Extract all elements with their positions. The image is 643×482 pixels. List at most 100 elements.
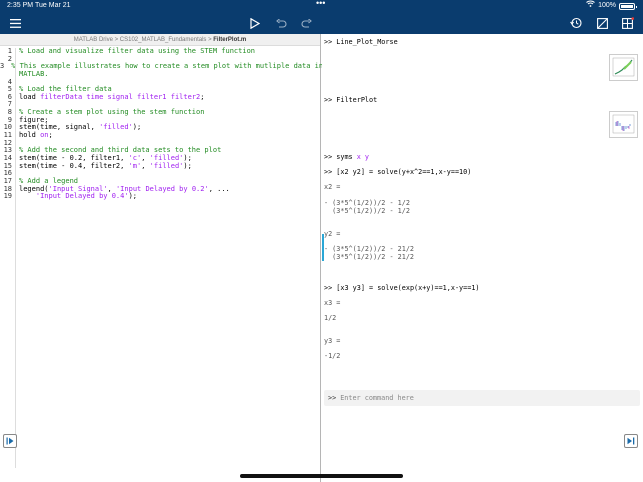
command-text: syms	[336, 153, 357, 161]
code-comment: MATLAB.	[19, 69, 49, 78]
code-line[interactable]: MATLAB.	[0, 69, 320, 79]
home-indicator[interactable]	[240, 474, 403, 478]
code-token: , ...	[208, 184, 230, 193]
code-line[interactable]: 11 hold on;	[0, 131, 320, 140]
breadcrumb-path[interactable]: MATLAB Drive > CS102_MATLAB_Fundamentals…	[74, 37, 214, 43]
command-output: -1/2	[324, 352, 340, 360]
command-text: 1/2	[324, 314, 337, 322]
code-line[interactable]: 19 'Input Delayed by 0.4');	[0, 192, 320, 201]
command-text: x2 =	[324, 183, 341, 191]
skip-forward-icon	[627, 437, 635, 445]
figure-thumbnail-filterplot[interactable]	[609, 111, 638, 138]
status-time: 2:35 PM	[7, 2, 34, 9]
command-text: [x2 y2] = solve(y+x^2==1,x-y==10)	[336, 168, 472, 176]
command-input[interactable]: >> Enter command here	[324, 390, 640, 406]
command-output: (3*5^(1/2))/2 - 21/2	[324, 253, 414, 261]
command-text: Line_Plot_Morse	[336, 38, 398, 46]
command-entry: >> [x2 y2] = solve(y+x^2==1,x-y==10)	[324, 168, 471, 176]
code-text: load filterData time signal filter1 filt…	[14, 92, 205, 102]
code-text: % Load and visualize filter data using t…	[14, 47, 256, 56]
code-text: stem(time - 0.4, filter2, 'm', 'filled')…	[14, 161, 192, 171]
code-string: filterData time signal filter1 filter2	[40, 92, 201, 101]
editor-pane: MATLAB Drive > CS102_MATLAB_Fundamentals…	[0, 34, 324, 482]
code-string: 'filled'	[149, 161, 184, 170]
run-play-icon[interactable]	[246, 14, 264, 32]
code-editor[interactable]: 1% Load and visualize filter data using …	[0, 47, 324, 468]
command-prompt: >>	[324, 96, 337, 104]
command-entry: >> FilterPlot	[324, 96, 377, 104]
history-icon[interactable]	[567, 14, 585, 32]
command-entry: >> syms x y	[324, 153, 369, 161]
code-line[interactable]: 1% Load and visualize filter data using …	[0, 47, 320, 56]
command-prompt: >>	[328, 394, 337, 402]
code-token: ,	[141, 161, 150, 170]
code-token: );	[183, 161, 192, 170]
line-number-gutter	[0, 48, 16, 468]
command-prompt: >>	[324, 168, 337, 176]
command-output: y2 =	[324, 230, 340, 238]
layout-icon[interactable]	[619, 14, 637, 32]
command-text: [x3 y3] = solve(exp(x+y)==1,x-y==1)	[336, 284, 480, 292]
command-output: x3 =	[324, 299, 340, 307]
command-text: - (3*5^(1/2))/2 - 1/2	[324, 199, 410, 207]
command-output: - (3*5^(1/2))/2 - 1/2	[324, 199, 410, 207]
code-string: 'filled'	[99, 123, 133, 132]
code-string: on	[40, 131, 49, 140]
code-line[interactable]: 15 stem(time - 0.4, filter2, 'm', 'filled…	[0, 161, 320, 171]
run-to-end-button[interactable]	[624, 434, 638, 448]
breadcrumb-file: FilterPlot.m	[213, 37, 247, 43]
code-string: 'm'	[128, 161, 142, 170]
command-entry: >> [x3 y3] = solve(exp(x+y)==1,x-y==1)	[324, 284, 480, 292]
command-variables: x y	[356, 153, 370, 161]
code-line[interactable]: 6 load filterData time signal filter1 fil…	[0, 92, 320, 102]
clear-command-window-icon[interactable]	[593, 14, 611, 32]
code-text: hold on;	[14, 131, 53, 140]
command-text: FilterPlot	[336, 96, 378, 104]
command-window[interactable]: >> Enter command here >> Line_Plot_Morse >…	[322, 34, 643, 482]
code-token: );	[132, 123, 142, 132]
command-text: (3*5^(1/2))/2 - 1/2	[324, 207, 410, 215]
toolbar	[0, 12, 643, 34]
code-comment: % Load and visualize filter data using t…	[19, 47, 256, 55]
multitasking-dots-icon[interactable]: •••	[316, 0, 325, 9]
command-prompt: >>	[324, 153, 337, 161]
command-text: y2 =	[324, 230, 341, 238]
wifi-icon	[586, 0, 595, 12]
code-token: ;	[48, 131, 53, 140]
command-placeholder: Enter command here	[340, 394, 414, 402]
code-token: hold	[19, 131, 41, 140]
code-token: load	[19, 92, 41, 101]
command-text: (3*5^(1/2))/2 - 21/2	[324, 253, 415, 261]
command-text: y3 =	[324, 337, 341, 345]
command-text: - (3*5^(1/2))/2 - 21/2	[324, 245, 415, 253]
command-entry: >> Line_Plot_Morse	[324, 38, 398, 46]
figure-thumbnail-morse[interactable]	[609, 54, 638, 81]
command-output: x2 =	[324, 183, 340, 191]
step-icon	[6, 437, 14, 445]
battery-percent: 100%	[598, 2, 616, 9]
command-prompt: >>	[324, 284, 337, 292]
menu-icon[interactable]	[6, 14, 24, 32]
code-text: MATLAB.	[14, 69, 49, 79]
status-indicators: 100%	[586, 0, 637, 12]
code-token: ;	[200, 92, 205, 101]
code-comment: % This example illustrates how to create…	[11, 62, 324, 71]
run-section-button[interactable]	[3, 434, 17, 448]
code-string: 'Input Delayed by 0.4'	[35, 192, 129, 201]
code-token: );	[128, 192, 138, 201]
code-text: 'Input Delayed by 0.4');	[14, 192, 138, 201]
command-text: x3 =	[324, 299, 341, 307]
command-output: - (3*5^(1/2))/2 - 21/2	[324, 245, 414, 253]
command-text: -1/2	[324, 352, 341, 360]
redo-icon[interactable]	[297, 14, 315, 32]
breadcrumb[interactable]: MATLAB Drive > CS102_MATLAB_Fundamentals…	[0, 34, 320, 46]
command-output: 1/2	[324, 314, 336, 322]
status-date: Tue Mar 21	[35, 2, 71, 9]
command-output: (3*5^(1/2))/2 - 1/2	[324, 207, 410, 215]
code-token: stem(time - 0.4, filter2,	[19, 161, 129, 170]
status-bar: 2:35 PM Tue Mar 21 ••• 100%	[0, 0, 643, 12]
undo-icon[interactable]	[272, 14, 290, 32]
command-prompt: >>	[324, 38, 337, 46]
battery-icon	[619, 2, 637, 10]
